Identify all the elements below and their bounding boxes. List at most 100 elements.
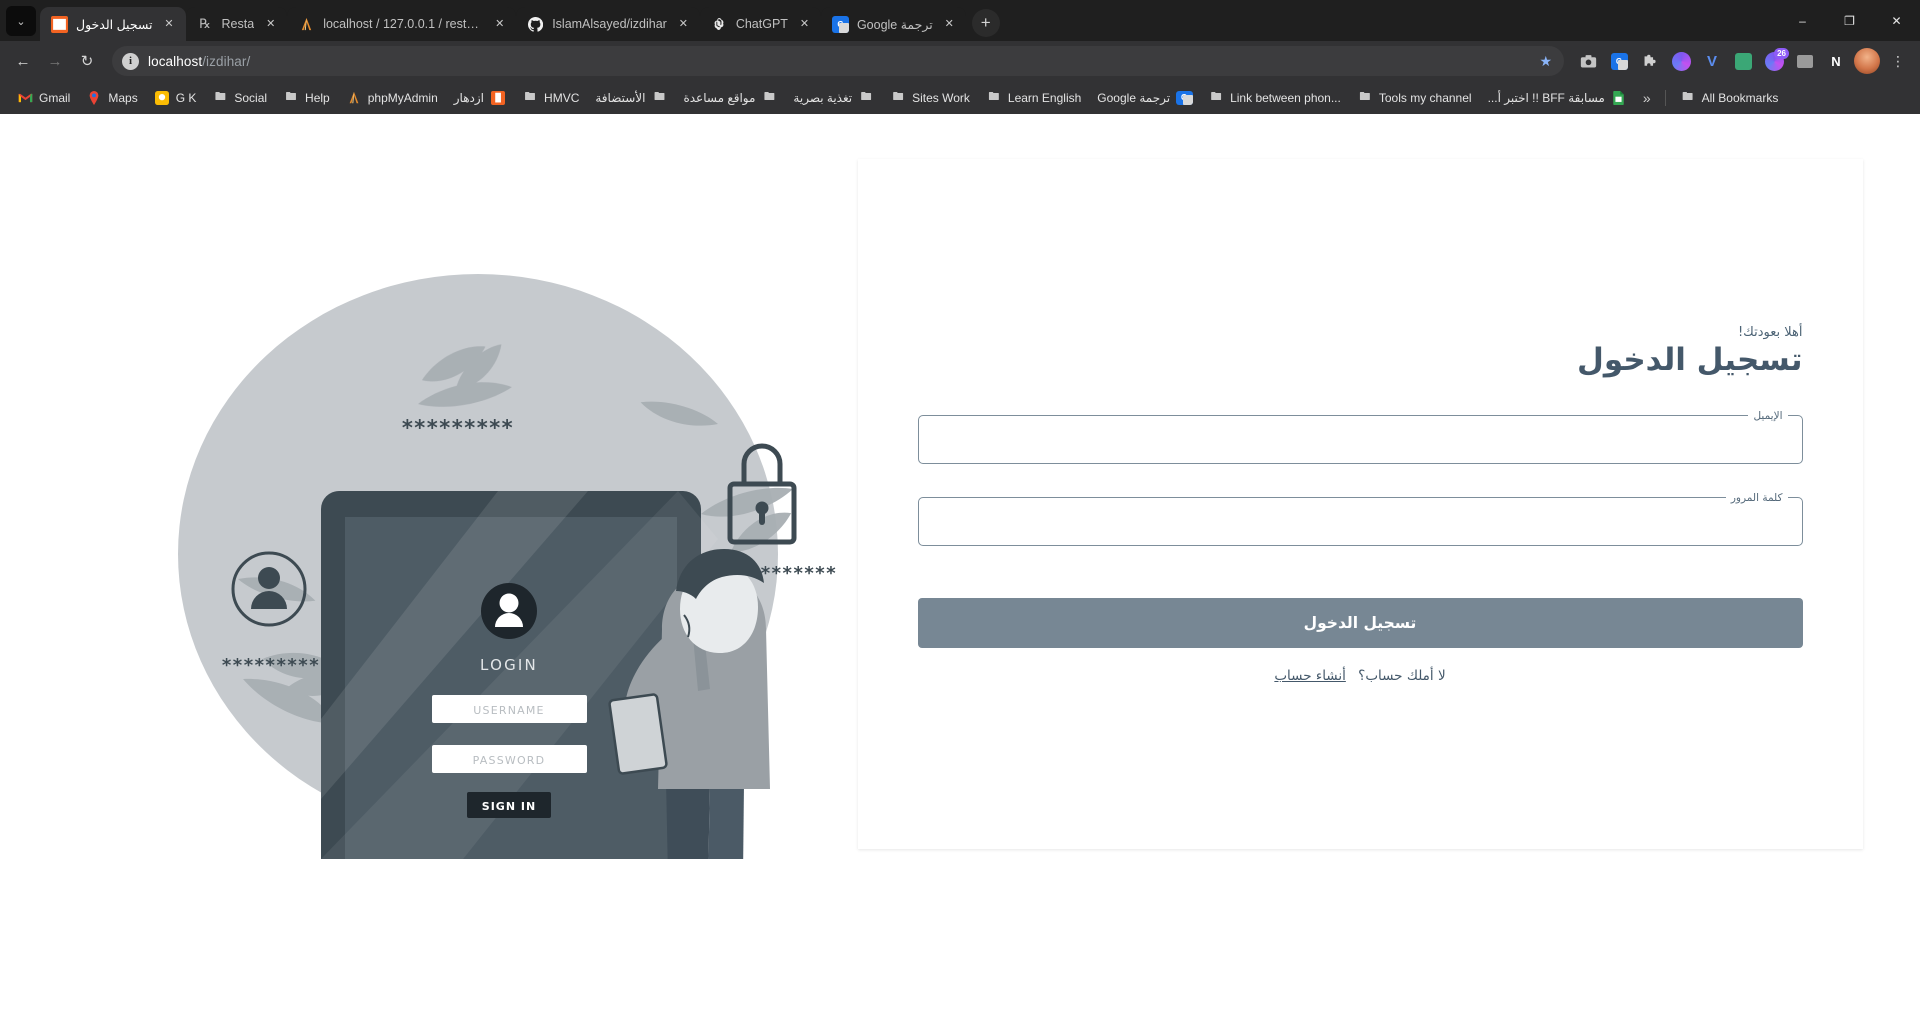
folder-icon: 🖿	[892, 91, 904, 103]
close-icon[interactable]: ✕	[675, 16, 692, 33]
bookmark-visual-feed[interactable]: 🖿 تغذية بصرية	[786, 86, 881, 110]
green-extension-icon[interactable]	[1729, 47, 1757, 75]
circle-icon	[1671, 51, 1691, 71]
illustration-svg: ********* ********* ********* LOGIN USER…	[177, 274, 835, 859]
window-controls: – ❐ ✕	[1779, 0, 1920, 41]
page-viewport: ********* ********* ********* LOGIN USER…	[0, 114, 1920, 1032]
bookmark-label: Social	[234, 90, 268, 105]
bookmark-bff-quiz[interactable]: مسابقة BFF !! اختبر أ...	[1481, 86, 1634, 110]
arrow-left-icon: ←	[15, 52, 31, 70]
browser-tab-google-translate[interactable]: G ترجمة Google ✕	[820, 7, 966, 41]
bookmark-sites-work[interactable]: 🖿 Sites Work	[883, 86, 977, 110]
gmail-icon	[17, 90, 33, 106]
browser-tab-resta[interactable]: ℞ Resta ✕	[185, 7, 288, 41]
browser-tab-chatgpt[interactable]: ChatGPT ✕	[699, 7, 821, 41]
folder-icon: 🖿	[285, 91, 297, 103]
sheets-icon	[1611, 90, 1627, 106]
extensions-puzzle-icon[interactable]	[1636, 47, 1664, 75]
svg-text:USERNAME: USERNAME	[473, 704, 544, 717]
close-icon[interactable]: ✕	[941, 16, 958, 33]
bookmark-help-sites[interactable]: 🖿 مواقع مساعدة	[676, 86, 784, 110]
create-account-link[interactable]: أنشاء حساب	[1274, 668, 1346, 684]
minimize-button[interactable]: –	[1779, 0, 1826, 41]
phpmyadmin-favicon-icon	[298, 16, 315, 33]
badged-extension-icon[interactable]: 26	[1760, 47, 1789, 75]
purple-extension-icon[interactable]	[1667, 47, 1695, 75]
site-info-icon[interactable]: i	[122, 52, 139, 70]
maps-icon	[86, 90, 102, 106]
back-button[interactable]: ←	[8, 46, 38, 76]
password-field-group: كلمة المرور	[917, 491, 1803, 546]
folder-icon: 🖿	[653, 91, 665, 103]
browser-toolbar: ← → ↻ i localhost/izdihar/ ★ G V 26 N ⋮	[0, 41, 1920, 81]
folder-icon: 🖿	[988, 91, 1000, 103]
bookmark-izdihar[interactable]: █ ازدهار	[447, 86, 513, 110]
google-translate-extension-icon[interactable]: G	[1605, 47, 1633, 75]
reload-button[interactable]: ↻	[72, 46, 102, 76]
letter-n-icon: N	[1831, 53, 1841, 69]
close-icon[interactable]: ✕	[796, 16, 813, 33]
tab-title: IslamAlsayed/izdihar	[552, 17, 667, 31]
google-translate-icon: G	[1175, 90, 1193, 106]
v-icon: V	[1706, 52, 1717, 70]
tab-title: Resta	[221, 17, 255, 31]
rectangle-icon	[1797, 54, 1813, 68]
all-bookmarks-button[interactable]: 🖿 All Bookmarks	[1673, 86, 1786, 110]
bookmark-label: مواقع مساعدة	[683, 90, 756, 105]
bookmark-google-translate[interactable]: G ترجمة Google	[1090, 86, 1199, 110]
github-favicon-icon	[527, 16, 544, 33]
login-submit-button[interactable]: تسجيل الدخول	[917, 597, 1803, 648]
close-icon[interactable]: ✕	[262, 16, 279, 33]
chrome-menu-button[interactable]: ⋮	[1884, 47, 1912, 75]
izdihar-icon: █	[490, 90, 506, 106]
url-host: localhost	[148, 53, 203, 69]
browser-tab-github[interactable]: IslamAlsayed/izdihar ✕	[516, 7, 700, 41]
bookmark-learn-english[interactable]: 🖿 Learn English	[979, 86, 1088, 110]
browser-window: ⌄ ██ تسجيل الدخول ✕ ℞ Resta ✕ localhost …	[0, 0, 1920, 1032]
bookmark-link-between-phones[interactable]: 🖿 Link between phon...	[1201, 86, 1348, 110]
profile-button[interactable]	[1853, 47, 1881, 75]
bookmark-label: Link between phon...	[1230, 90, 1341, 105]
arrow-right-icon: →	[47, 52, 63, 70]
vimeo-extension-icon[interactable]: V	[1698, 47, 1726, 75]
bookmark-help[interactable]: 🖿 Help	[276, 86, 337, 110]
address-bar[interactable]: i localhost/izdihar/ ★	[112, 46, 1564, 76]
notion-extension-icon[interactable]: N	[1822, 47, 1850, 75]
bookmark-label: Sites Work	[912, 90, 970, 105]
close-icon[interactable]: ✕	[161, 16, 178, 33]
browser-tab-phpmyadmin[interactable]: localhost / 127.0.0.1 / restauran ✕	[287, 7, 517, 41]
google-translate-favicon-icon: G	[831, 15, 849, 33]
bookmarks-overflow-button[interactable]: »	[1636, 87, 1658, 109]
bookmark-label: ازدهار	[453, 90, 485, 105]
bookmark-label: HMVC	[544, 90, 580, 105]
bookmark-hosting[interactable]: 🖿 الأستضافة	[588, 86, 674, 110]
folder-icon: 🖿	[763, 91, 775, 103]
toolbar-icons: G V 26 N ⋮	[1574, 47, 1912, 75]
forward-button[interactable]: →	[40, 46, 70, 76]
bookmark-social[interactable]: 🖿 Social	[205, 86, 274, 110]
bookmark-gmail[interactable]: Gmail	[10, 86, 77, 110]
browser-tab-login[interactable]: ██ تسجيل الدخول ✕	[40, 7, 186, 41]
screenshot-extension-icon[interactable]	[1574, 47, 1602, 75]
login-form: أهلا بعودتك! تسجيل الدخول الإيميل كلمة ا…	[917, 325, 1803, 684]
tab-search-button[interactable]: ⌄	[6, 6, 36, 36]
bookmark-star-icon[interactable]: ★	[1539, 53, 1552, 70]
bookmark-hmvc[interactable]: 🖿 HMVC	[515, 86, 586, 110]
bookmark-tools-my-channel[interactable]: 🖿 Tools my channel	[1350, 86, 1479, 110]
close-icon[interactable]: ✕	[491, 16, 508, 33]
folder-icon: 🖿	[860, 91, 872, 103]
maximize-button[interactable]: ❐	[1826, 0, 1873, 41]
new-tab-button[interactable]: +	[971, 9, 1000, 37]
gray-extension-icon[interactable]	[1791, 47, 1819, 75]
folder-icon: 🖿	[1359, 91, 1371, 103]
password-input[interactable]	[917, 491, 1803, 546]
divider	[1664, 89, 1666, 106]
bookmark-maps[interactable]: Maps	[79, 86, 144, 110]
bookmark-phpmyadmin[interactable]: phpMyAdmin	[339, 86, 445, 110]
close-window-button[interactable]: ✕	[1873, 0, 1920, 41]
login-illustration: ********* ********* ********* LOGIN USER…	[58, 159, 858, 859]
bookmark-gk[interactable]: G K	[147, 86, 204, 110]
signup-row: لا أملك حساب؟ أنشاء حساب	[918, 668, 1803, 684]
svg-text:*********: *********	[221, 655, 319, 676]
email-input[interactable]	[917, 409, 1803, 464]
